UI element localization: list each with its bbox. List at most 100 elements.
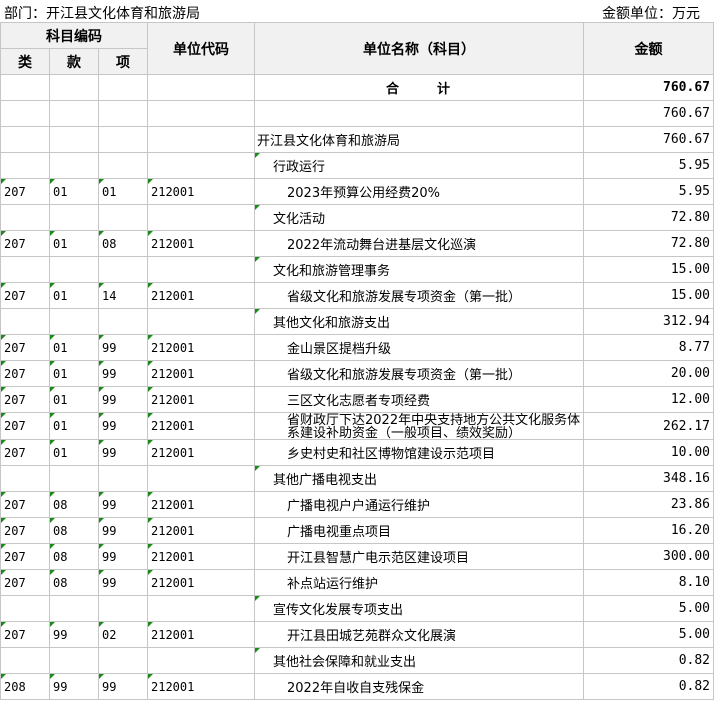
unit-code-cell: 212001	[147, 569, 255, 596]
kuan-cell	[49, 465, 99, 492]
kuan-cell: 08	[49, 569, 99, 596]
kuan-cell: 01	[49, 412, 99, 440]
unit-name-cell: 金山景区提档升级	[254, 334, 584, 361]
budget-table: 科目编码 单位代码 单位名称（科目） 金额 类 款 项 合计 760.67 76…	[0, 22, 714, 700]
xiang-header: 项	[98, 48, 148, 75]
xiang-cell: 99	[98, 543, 148, 570]
lei-cell	[0, 595, 50, 622]
table-row: 207 08 99 212001 开江县智慧广电示范区建设项目 300.00	[0, 543, 714, 570]
kuan-cell: 01	[49, 439, 99, 466]
amount-header: 金额	[583, 22, 714, 75]
report-header: 部门：开江县文化体育和旅游局 金额单位：万元	[0, 0, 714, 22]
unit-code-cell: 212001	[147, 282, 255, 309]
unit-code-cell: 212001	[147, 230, 255, 257]
total-label-b: 计	[437, 82, 453, 97]
unit-code-cell	[147, 126, 255, 153]
unit-name-cell	[254, 100, 584, 127]
amount-cell: 8.77	[583, 334, 714, 361]
table-row: 其他广播电视支出 348.16	[0, 465, 714, 492]
kuan-cell: 08	[49, 543, 99, 570]
unit-name-header: 单位名称（科目）	[254, 22, 584, 75]
total-amount: 760.67	[583, 74, 714, 101]
unit-name-cell: 文化活动	[254, 204, 584, 231]
lei-cell: 207	[0, 334, 50, 361]
table-row: 207 08 99 212001 补点站运行维护 8.10	[0, 569, 714, 596]
unit-name-cell: 宣传文化发展专项支出	[254, 595, 584, 622]
lei-cell	[0, 100, 50, 127]
amount-cell: 312.94	[583, 308, 714, 335]
xiang-cell: 02	[98, 621, 148, 648]
lei-cell: 208	[0, 673, 50, 700]
xiang-cell: 99	[98, 360, 148, 387]
amount-cell: 16.20	[583, 517, 714, 544]
total-code-cell	[147, 74, 255, 101]
amount-cell: 8.10	[583, 569, 714, 596]
kuan-cell	[49, 126, 99, 153]
lei-cell: 207	[0, 412, 50, 440]
lei-cell: 207	[0, 621, 50, 648]
kuan-cell: 01	[49, 282, 99, 309]
table-row: 207 01 99 212001 金山景区提档升级 8.77	[0, 334, 714, 361]
lei-cell: 207	[0, 360, 50, 387]
amount-cell: 15.00	[583, 256, 714, 283]
amount-cell: 20.00	[583, 360, 714, 387]
lei-cell: 207	[0, 178, 50, 205]
amount-cell: 760.67	[583, 100, 714, 127]
lei-cell	[0, 647, 50, 674]
xiang-cell	[98, 256, 148, 283]
lei-cell	[0, 126, 50, 153]
amount-cell: 5.95	[583, 178, 714, 205]
unit-code-cell: 212001	[147, 178, 255, 205]
kuan-cell: 99	[49, 673, 99, 700]
total-xiang-cell	[98, 74, 148, 101]
lei-cell: 207	[0, 439, 50, 466]
unit-name-cell: 广播电视户户通运行维护	[254, 491, 584, 518]
xiang-cell: 14	[98, 282, 148, 309]
lei-header: 类	[0, 48, 50, 75]
table-row: 207 01 01 212001 2023年预算公用经费20% 5.95	[0, 178, 714, 205]
unit-code-cell: 212001	[147, 673, 255, 700]
xiang-cell: 99	[98, 517, 148, 544]
amount-cell: 10.00	[583, 439, 714, 466]
lei-cell: 207	[0, 230, 50, 257]
table-row: 207 01 08 212001 2022年流动舞台进基层文化巡演 72.80	[0, 230, 714, 257]
unit-code-cell: 212001	[147, 360, 255, 387]
unit-name-cell: 补点站运行维护	[254, 569, 584, 596]
lei-cell	[0, 152, 50, 179]
kuan-cell	[49, 308, 99, 335]
kuan-cell: 08	[49, 491, 99, 518]
lei-cell: 207	[0, 282, 50, 309]
unit-code-cell	[147, 465, 255, 492]
unit-code-cell	[147, 100, 255, 127]
xiang-cell	[98, 204, 148, 231]
unit-code-cell	[147, 308, 255, 335]
lei-cell	[0, 204, 50, 231]
unit-name-cell: 广播电视重点项目	[254, 517, 584, 544]
table-row: 宣传文化发展专项支出 5.00	[0, 595, 714, 622]
unit-name-cell: 2022年自收自支残保金	[254, 673, 584, 700]
xiang-cell	[98, 308, 148, 335]
unit-code-cell: 212001	[147, 386, 255, 413]
table-row: 文化活动 72.80	[0, 204, 714, 231]
xiang-cell: 99	[98, 412, 148, 440]
unit-code-header: 单位代码	[147, 22, 255, 75]
total-row: 合计 760.67	[0, 74, 714, 101]
xiang-cell	[98, 100, 148, 127]
kuan-cell: 01	[49, 230, 99, 257]
amount-cell: 72.80	[583, 204, 714, 231]
table-row: 开江县文化体育和旅游局 760.67	[0, 126, 714, 153]
amount-cell: 72.80	[583, 230, 714, 257]
unit-code-cell: 212001	[147, 491, 255, 518]
unit-name-cell: 省级文化和旅游发展专项资金（第一批）	[254, 360, 584, 387]
amount-cell: 300.00	[583, 543, 714, 570]
unit-code-cell	[147, 204, 255, 231]
table-row: 208 99 99 212001 2022年自收自支残保金 0.82	[0, 673, 714, 700]
amount-cell: 23.86	[583, 491, 714, 518]
total-lei-cell	[0, 74, 50, 101]
kuan-cell	[49, 647, 99, 674]
xiang-cell	[98, 595, 148, 622]
table-row: 207 01 99 212001 省级文化和旅游发展专项资金（第一批） 20.00	[0, 360, 714, 387]
xiang-cell	[98, 465, 148, 492]
lei-cell	[0, 465, 50, 492]
amount-cell: 0.82	[583, 673, 714, 700]
